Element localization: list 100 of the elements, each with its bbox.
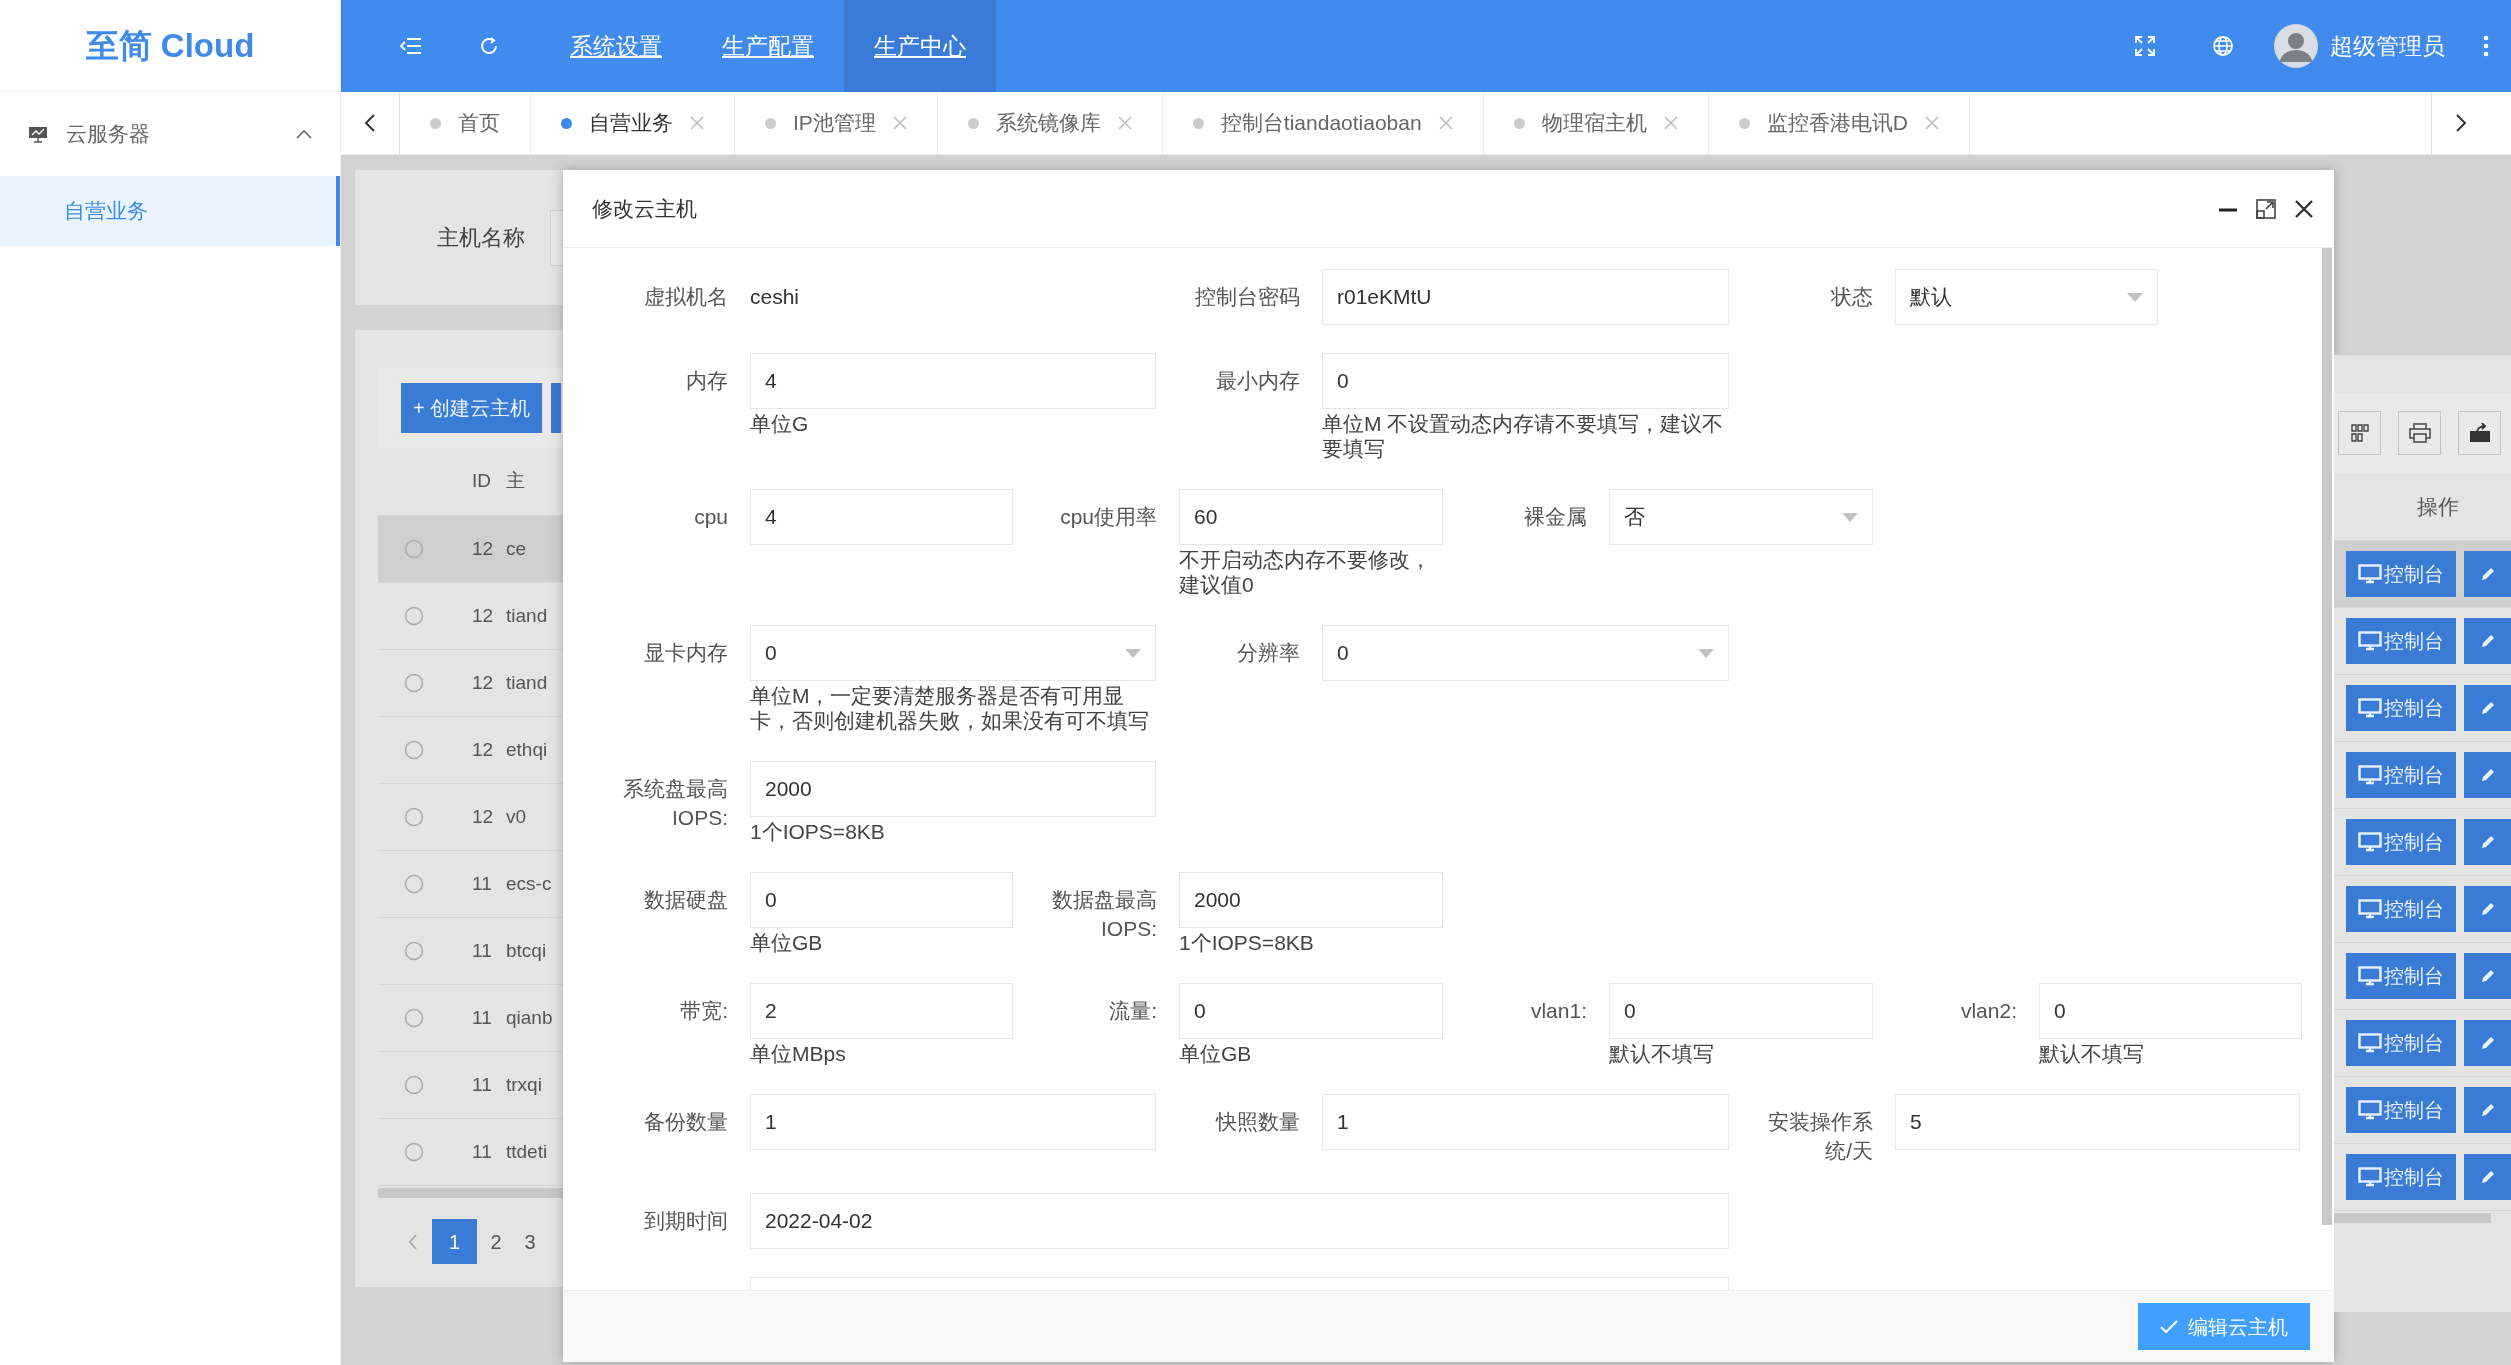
- scrollbar[interactable]: [378, 1188, 563, 1198]
- table-cell-text: tiand: [505, 670, 548, 695]
- column-header: 操作: [2417, 493, 2459, 520]
- select-field[interactable]: 0: [750, 625, 1156, 681]
- radio-button[interactable]: [404, 673, 424, 693]
- input-field[interactable]: 1: [750, 1094, 1156, 1150]
- table-row[interactable]: 控制台: [2334, 675, 2511, 742]
- table-row[interactable]: 12 ce: [378, 516, 563, 583]
- console-button[interactable]: 控制台: [2346, 752, 2456, 798]
- input-field[interactable]: r01eKMtU: [1322, 269, 1729, 325]
- edit-button[interactable]: [2464, 886, 2511, 932]
- columns-button[interactable]: [2338, 411, 2381, 455]
- table-row[interactable]: 控制台: [2334, 1144, 2511, 1211]
- edit-button[interactable]: [2464, 551, 2511, 597]
- radio-button[interactable]: [404, 807, 424, 827]
- edit-button[interactable]: [2464, 752, 2511, 798]
- edit-button[interactable]: [2464, 618, 2511, 664]
- input-field[interactable]: 2: [750, 983, 1013, 1039]
- radio-button[interactable]: [404, 1075, 424, 1095]
- field-label: 裸金属: [1523, 504, 1588, 530]
- console-button[interactable]: 控制台: [2346, 1020, 2456, 1066]
- input-field[interactable]: 2000: [750, 761, 1156, 817]
- avatar-icon[interactable]: [2274, 24, 2318, 68]
- input-field[interactable]: 1: [1322, 1094, 1729, 1150]
- radio-button[interactable]: [404, 1142, 424, 1162]
- table-row[interactable]: 控制台: [2334, 608, 2511, 675]
- page-button[interactable]: 1: [432, 1219, 477, 1264]
- tab[interactable]: 控制台tiandaotiaoban: [1162, 92, 1484, 154]
- scrollbar[interactable]: [2334, 1213, 2491, 1223]
- tab[interactable]: 监控香港电讯D: [1708, 92, 1970, 154]
- input-field[interactable]: 0: [1609, 983, 1873, 1039]
- table-row[interactable]: 控制台: [2334, 742, 2511, 809]
- console-button[interactable]: 控制台: [2346, 1087, 2456, 1133]
- maximize-icon[interactable]: [2256, 198, 2276, 219]
- table-row[interactable]: 控制台: [2334, 876, 2511, 943]
- input-field[interactable]: 0: [1322, 353, 1729, 409]
- radio-button[interactable]: [404, 606, 424, 626]
- table-cell-text: ce: [505, 536, 527, 561]
- select-field[interactable]: 默认: [1895, 269, 2158, 325]
- scrollbar[interactable]: [2322, 248, 2332, 1225]
- table-row[interactable]: 控制台: [2334, 1077, 2511, 1144]
- input-field[interactable]: 2022-04-02: [750, 1193, 1729, 1249]
- console-button[interactable]: 控制台: [2346, 953, 2456, 999]
- input-field[interactable]: 0: [1179, 983, 1443, 1039]
- monitor-icon: [2358, 832, 2382, 852]
- radio-button[interactable]: [404, 874, 424, 894]
- console-button[interactable]: 控制台: [2346, 886, 2456, 932]
- edit-button[interactable]: [2464, 819, 2511, 865]
- nav-tab[interactable]: 生产中心: [844, 0, 996, 92]
- field-value: ceshi: [750, 284, 801, 311]
- input-field[interactable]: 0: [2039, 983, 2302, 1039]
- page-button[interactable]: 3: [515, 1219, 545, 1264]
- edit-button[interactable]: [2464, 1087, 2511, 1133]
- console-button[interactable]: 控制台: [2346, 1154, 2456, 1200]
- help-text: 单位G: [750, 411, 810, 436]
- sidebar-group[interactable]: 云服务器: [0, 92, 340, 176]
- input-field[interactable]: 60: [1179, 489, 1443, 545]
- input-field[interactable]: 4: [750, 489, 1013, 545]
- console-button[interactable]: 控制台: [2346, 685, 2456, 731]
- input-field[interactable]: 0: [750, 872, 1013, 928]
- user-name[interactable]: 超级管理员: [2330, 28, 2445, 64]
- input-field[interactable]: 2000: [1179, 872, 1443, 928]
- grid-icon: [2349, 423, 2370, 443]
- console-button[interactable]: 控制台: [2346, 819, 2456, 865]
- create-button[interactable]: + 创建云主机: [401, 383, 543, 433]
- help-text: 1个IOPS=8KB: [750, 819, 886, 844]
- nav-tab[interactable]: 生产配置: [692, 0, 844, 92]
- radio-button[interactable]: [404, 539, 424, 559]
- radio-button[interactable]: [404, 740, 424, 760]
- caret-icon: [1125, 648, 1141, 658]
- edit-button[interactable]: [2464, 953, 2511, 999]
- input-field[interactable]: 4: [750, 353, 1156, 409]
- export-button[interactable]: [2458, 411, 2501, 455]
- radio-button[interactable]: [404, 941, 424, 961]
- select-field[interactable]: 否: [1609, 489, 1873, 545]
- tab[interactable]: 系统镜像库: [937, 92, 1163, 154]
- pencil-icon: [2479, 1035, 2496, 1051]
- print-button[interactable]: [2398, 411, 2441, 455]
- close-icon[interactable]: [2294, 198, 2314, 219]
- toolbar-button[interactable]: [551, 383, 562, 433]
- input-field[interactable]: 5: [1895, 1094, 2300, 1150]
- caret-icon: [1698, 648, 1714, 658]
- edit-button[interactable]: [2464, 685, 2511, 731]
- console-button[interactable]: 控制台: [2346, 551, 2456, 597]
- nav-tab[interactable]: 系统设置: [540, 0, 692, 92]
- select-field[interactable]: 0: [1322, 625, 1729, 681]
- tab[interactable]: 自营业务: [531, 92, 735, 154]
- edit-button[interactable]: [2464, 1154, 2511, 1200]
- edit-button[interactable]: [2464, 1020, 2511, 1066]
- tab[interactable]: 首页: [400, 92, 531, 154]
- tab[interactable]: 物理宿主机: [1483, 92, 1709, 154]
- table-row[interactable]: 控制台: [2334, 1010, 2511, 1077]
- console-button[interactable]: 控制台: [2346, 618, 2456, 664]
- sidebar-item[interactable]: 自营业务: [0, 176, 340, 246]
- tab[interactable]: IP池管理: [735, 92, 938, 154]
- table-row[interactable]: 控制台: [2334, 943, 2511, 1010]
- page-button[interactable]: 2: [481, 1219, 511, 1264]
- table-row[interactable]: 控制台: [2334, 541, 2511, 608]
- table-row[interactable]: 控制台: [2334, 809, 2511, 876]
- radio-button[interactable]: [404, 1008, 424, 1028]
